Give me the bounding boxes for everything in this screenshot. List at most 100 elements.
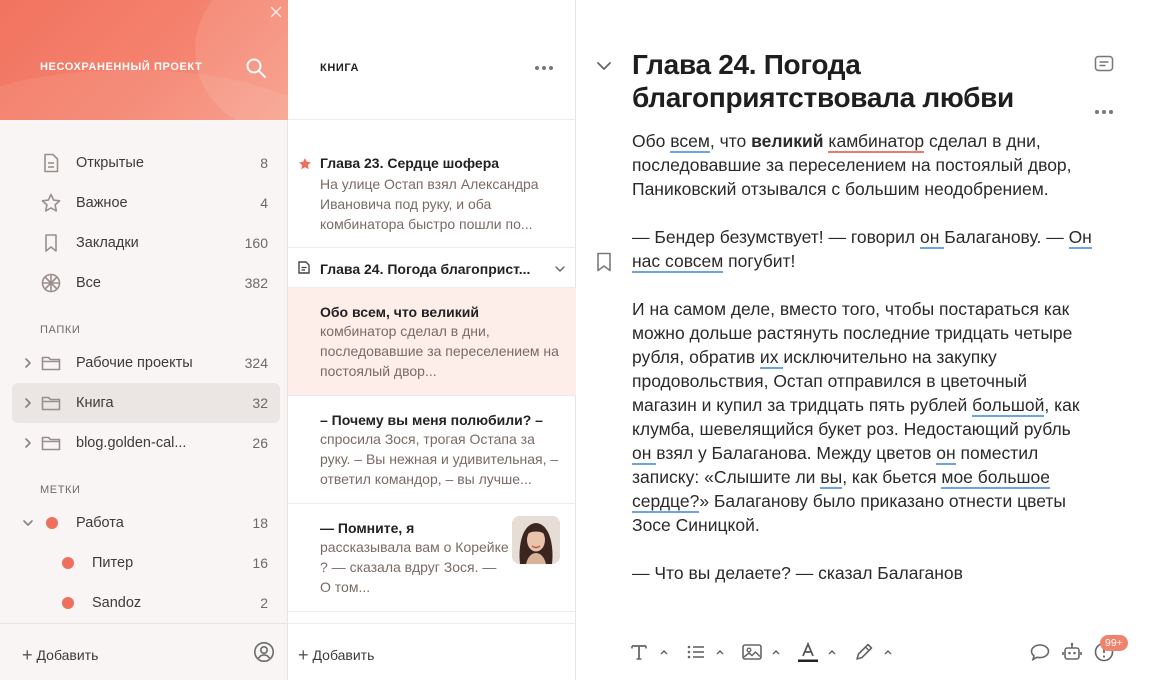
plus-icon: + (22, 645, 33, 665)
star-filled-icon[interactable] (298, 157, 312, 171)
tag-count: 18 (252, 515, 268, 531)
bookmark-icon (45, 234, 57, 252)
spelling-error-flag[interactable]: камбинатор (828, 131, 925, 153)
spellcheck-flag[interactable]: большой (972, 395, 1045, 417)
text-style-icon[interactable] (628, 641, 650, 663)
chevron-right-icon[interactable] (22, 397, 34, 409)
note-item-selected[interactable]: Обо всем, что великий комбинатор сделал … (288, 288, 576, 396)
folder-title: КНИГА (320, 62, 360, 74)
add-label: Добавить (312, 647, 375, 663)
close-icon[interactable] (268, 4, 284, 20)
paragraph: — Что вы делаете? — сказал Балаганов (632, 561, 1092, 585)
note-snippet: спросила Зося, трогая Остапа за руку. – … (320, 431, 559, 487)
editor: Глава 24. Погода благоприятствовала любв… (576, 0, 1152, 680)
nav-item-count: 4 (260, 195, 268, 211)
add-label: Добавить (36, 647, 99, 663)
add-folder-button[interactable]: + Добавить (22, 644, 98, 665)
tag-piter[interactable]: Питер 16 (12, 543, 280, 583)
notifications-badge: 99+ (1100, 635, 1128, 651)
nav-item-label: Открытые (76, 155, 144, 171)
nav-item-important[interactable]: Важное 4 (12, 183, 280, 223)
chevron-right-icon[interactable] (22, 437, 34, 449)
text-color-icon[interactable] (797, 641, 819, 663)
nav-item-count: 160 (244, 235, 268, 251)
nav-item-all[interactable]: Все 382 (12, 263, 280, 303)
chevron-up-icon[interactable] (827, 647, 837, 657)
spellcheck-flag[interactable]: всем (670, 131, 710, 153)
note-item[interactable]: Глава 23. Сердце шофера На улице Остап в… (288, 142, 576, 248)
folders-section-label: ПАПКИ (40, 324, 81, 336)
star-icon (41, 193, 61, 212)
more-options-icon[interactable] (1094, 104, 1114, 120)
nav-item-count: 8 (260, 155, 268, 171)
nav-item-label: Все (76, 275, 101, 291)
folder-icon (41, 356, 61, 371)
chevron-down-icon[interactable] (22, 517, 34, 529)
account-icon[interactable] (253, 641, 275, 663)
chevron-up-icon[interactable] (659, 647, 669, 657)
list-icon[interactable] (685, 641, 707, 663)
project-title[interactable]: НЕСОХРАНЕННЫЙ ПРОЕКТ (40, 61, 202, 73)
note-thumbnail-photo (512, 516, 560, 564)
chevron-up-icon[interactable] (883, 647, 893, 657)
file-icon (44, 153, 59, 173)
image-icon[interactable] (741, 641, 763, 663)
text-run: — Что вы делаете? — сказал Балаганов (632, 563, 963, 583)
bookmark-icon[interactable] (596, 252, 612, 272)
note-item[interactable]: — Помните, я рассказывала вам о Корейке … (288, 504, 576, 612)
text-run: — Бендер безумствует! — говорил (632, 227, 920, 247)
more-options-icon[interactable] (534, 60, 554, 76)
search-icon[interactable] (245, 57, 267, 79)
comment-panel-icon[interactable] (1094, 55, 1114, 73)
chevron-up-icon[interactable] (715, 647, 725, 657)
note-list-footer: + Добавить (288, 623, 576, 680)
tag-work[interactable]: Работа 18 (12, 503, 280, 543)
text-run: взял у Балаганова. Между цветов (656, 443, 937, 463)
folder-icon (41, 396, 61, 411)
nav-item-open[interactable]: Открытые 8 (12, 143, 280, 183)
folder-book[interactable]: Книга 32 (12, 383, 280, 423)
document-icon (298, 261, 310, 274)
chevron-up-icon[interactable] (771, 647, 781, 657)
tag-sandoz[interactable]: Sandoz 2 (12, 583, 280, 623)
spellcheck-flag[interactable]: вы (820, 467, 843, 489)
note-body[interactable]: Обо всем, что великий камбинатор сделал … (632, 129, 1092, 623)
text-run: , как бьется (842, 467, 942, 487)
assistant-bot-icon[interactable] (1061, 641, 1083, 663)
nav-item-label: Важное (76, 195, 128, 211)
note-title: – Почему вы меня полюбили? – (320, 412, 543, 428)
nav-item-count: 382 (244, 275, 268, 291)
spellcheck-flag[interactable]: их (759, 347, 784, 369)
folder-icon (41, 436, 61, 451)
chevron-down-icon[interactable] (554, 263, 566, 275)
chevron-down-icon[interactable] (596, 58, 612, 74)
sidebar-header: НЕСОХРАНЕННЫЙ ПРОЕКТ (0, 0, 288, 120)
tag-count: 2 (260, 595, 268, 611)
comment-icon[interactable] (1029, 641, 1051, 663)
folder-work-projects[interactable]: Рабочие проекты 324 (12, 343, 280, 383)
tag-count: 16 (252, 555, 268, 571)
sidebar: НЕСОХРАНЕННЫЙ ПРОЕКТ Открытые 8 Важное 4… (0, 0, 288, 680)
note-group-header[interactable]: Глава 24. Погода благоприст... (288, 248, 576, 288)
folder-blog[interactable]: blog.golden-cal... 26 (12, 423, 280, 463)
spellcheck-flag[interactable]: он (920, 227, 945, 249)
chevron-right-icon[interactable] (22, 357, 34, 369)
paragraph: — Бендер безумствует! — говорил он Балаг… (632, 225, 1092, 273)
spellcheck-flag[interactable]: он (936, 443, 956, 465)
all-notes-icon (41, 273, 61, 293)
note-list: КНИГА Глава 23. Сердце шофера На улице О… (288, 0, 576, 680)
folder-label: Книга (76, 395, 114, 411)
add-note-button[interactable]: + Добавить (298, 644, 374, 665)
spellcheck-flag[interactable]: он (632, 443, 657, 465)
note-title-heading[interactable]: Глава 24. Погода благоприятствовала любв… (632, 48, 1072, 114)
nav-item-bookmarks[interactable]: Закладки 160 (12, 223, 280, 263)
note-title: — Помните, я (320, 520, 415, 536)
note-title: Обо всем, что великий (320, 304, 479, 320)
highlighter-icon[interactable] (853, 641, 875, 663)
text-run: Балаганову. — (944, 227, 1069, 247)
text-run: , что (709, 131, 752, 151)
tag-label: Работа (76, 515, 124, 531)
note-item[interactable]: – Почему вы меня полюбили? – спросила Зо… (288, 396, 576, 504)
note-title: Глава 24. Погода благоприст... (320, 261, 531, 277)
tag-color-dot (62, 597, 74, 609)
